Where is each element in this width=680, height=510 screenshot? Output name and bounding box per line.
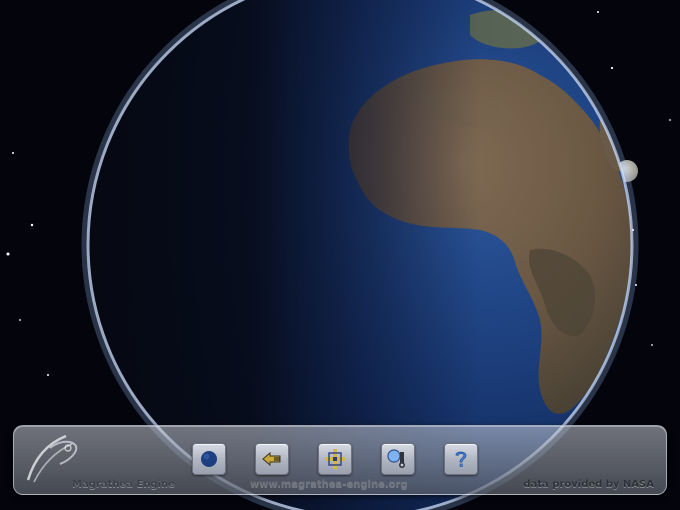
view-earth-button[interactable] xyxy=(192,443,226,475)
bottom-toolbar: Magrathea Engine www.magrathea-engine.or… xyxy=(13,425,667,495)
zoom-button[interactable] xyxy=(381,443,415,475)
help-button[interactable] xyxy=(444,443,478,475)
rotate-button[interactable] xyxy=(255,443,289,475)
crosshair-move-icon xyxy=(325,449,345,469)
engine-label: Magrathea Engine xyxy=(72,479,175,490)
navigate-button[interactable] xyxy=(318,443,352,475)
question-icon xyxy=(455,451,467,467)
earth-icon xyxy=(201,451,217,467)
magnifier-icon xyxy=(387,449,405,468)
website-link[interactable]: www.magrathea-engine.org xyxy=(250,479,408,490)
arrow-left-icon xyxy=(262,451,281,467)
nasa-credit: data provided by NASA xyxy=(523,479,654,490)
